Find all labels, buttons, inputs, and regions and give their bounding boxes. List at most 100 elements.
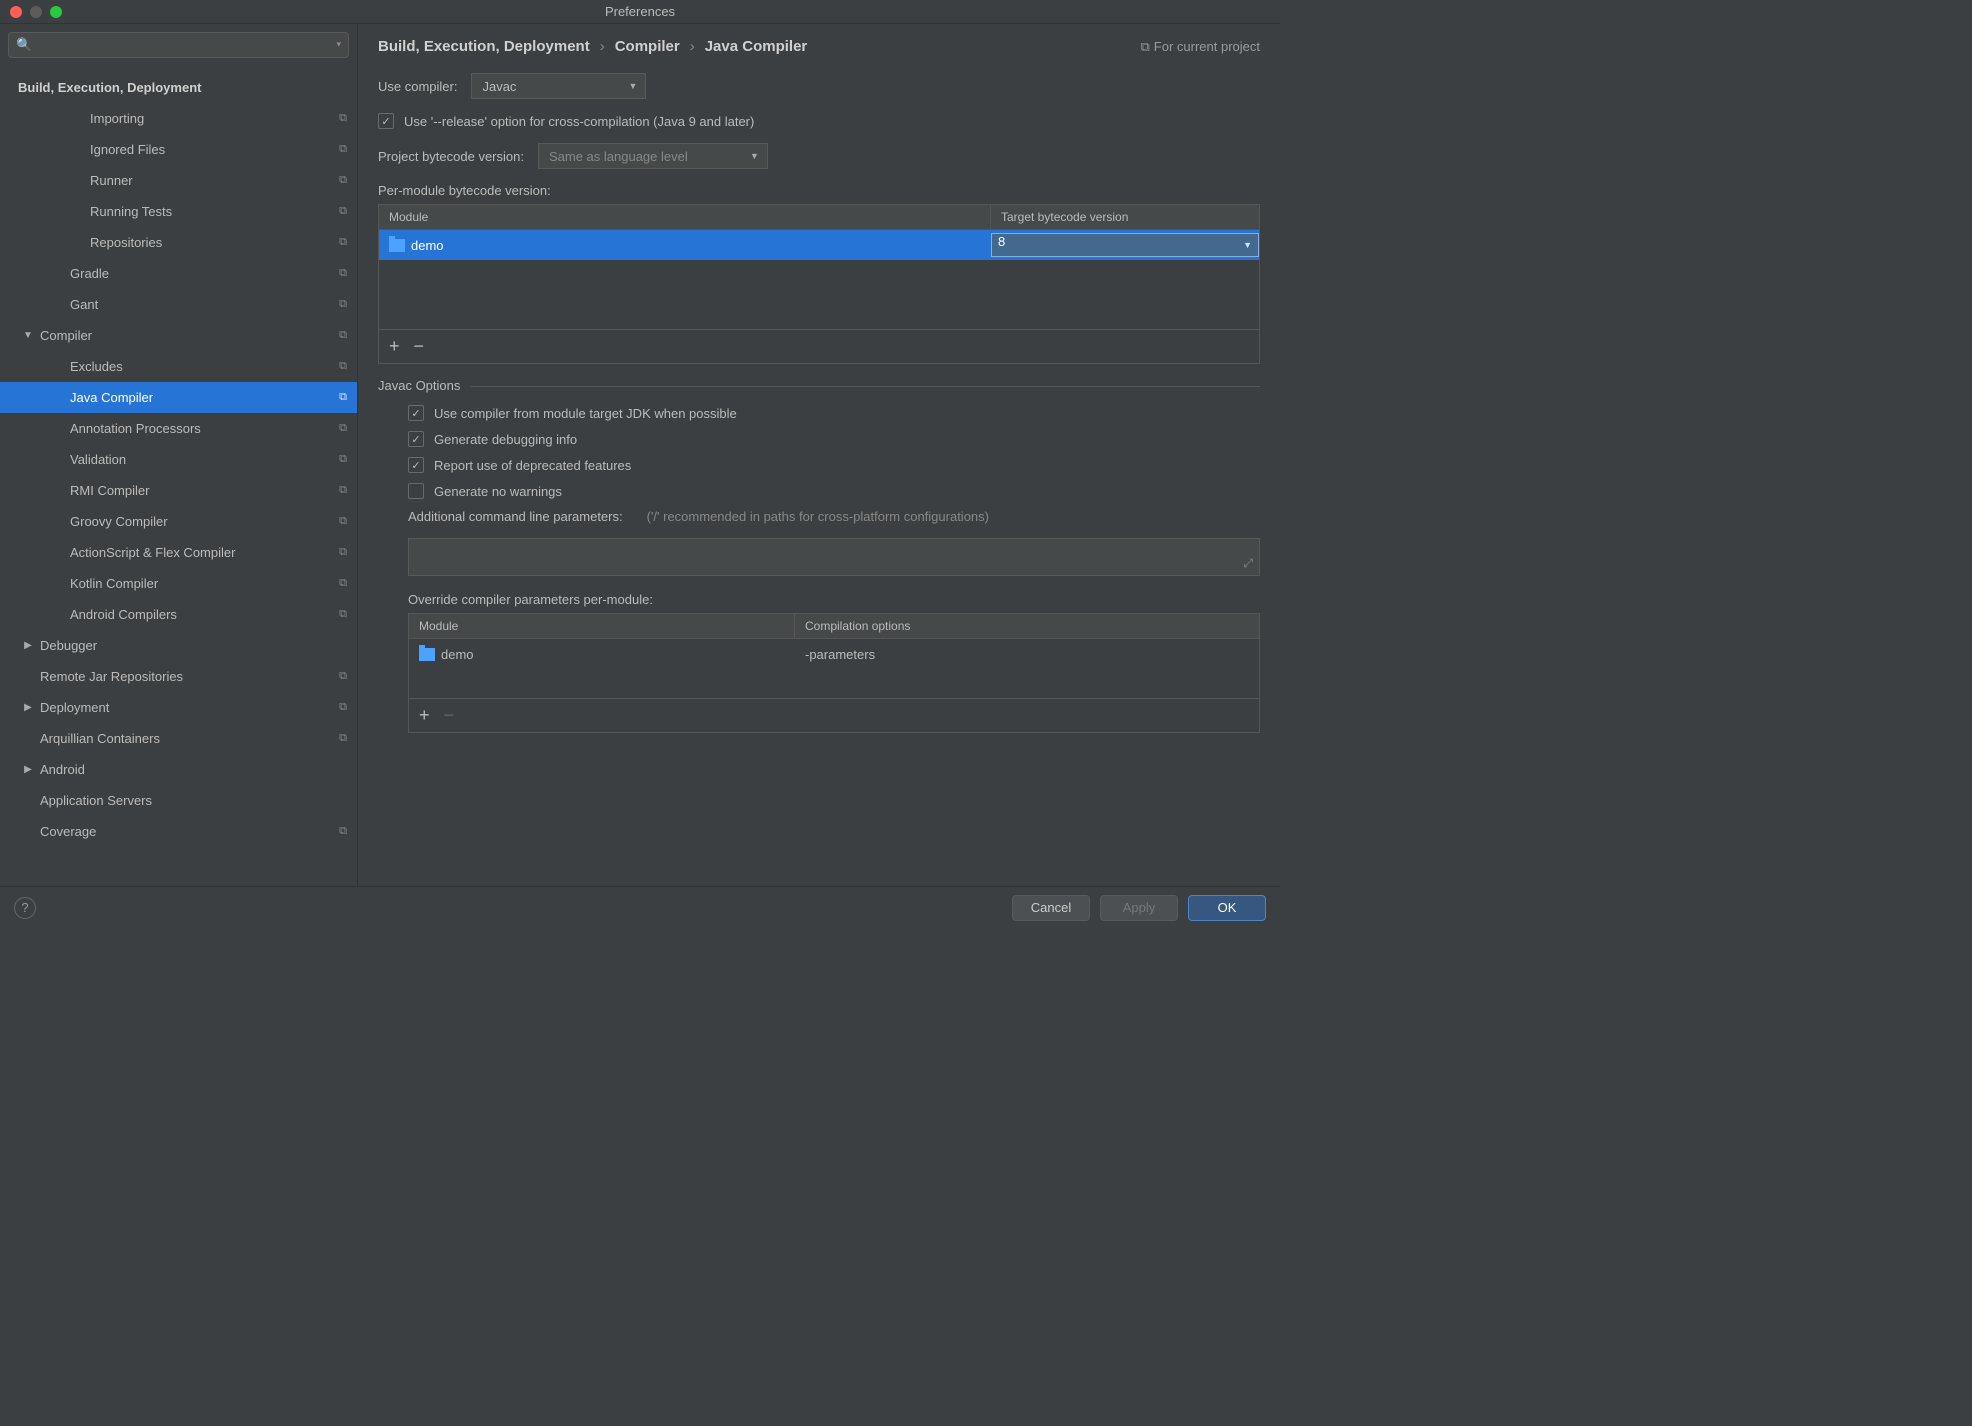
sidebar-item-annotation-processors[interactable]: Annotation Processors ⧉ [0, 413, 357, 444]
sidebar-item-label: Running Tests [90, 204, 333, 219]
sidebar-item-runner[interactable]: Runner ⧉ [0, 165, 357, 196]
sidebar-item-label: ActionScript & Flex Compiler [70, 545, 333, 560]
project-scope-icon: ⧉ [339, 112, 347, 125]
breadcrumb-item[interactable]: Compiler [615, 38, 680, 55]
additional-params-input[interactable]: ⤢ [408, 538, 1260, 576]
sidebar-item-arquillian-containers[interactable]: Arquillian Containers⧉ [0, 723, 357, 754]
add-button[interactable]: + [419, 705, 430, 726]
chevron-down-icon: ▼ [1243, 240, 1252, 250]
table-row[interactable]: demo -parameters [409, 639, 1259, 669]
javac-options-legend: Javac Options [378, 378, 470, 393]
release-option-checkbox[interactable] [378, 113, 394, 129]
window-title: Preferences [0, 4, 1280, 19]
project-scope-icon: ⧉ [339, 422, 347, 435]
sidebar-item-android[interactable]: ▶ Android [0, 754, 357, 785]
sidebar-item-label: Coverage [40, 824, 333, 839]
table-toolbar: + − [409, 698, 1259, 732]
sidebar-item-label: Android [40, 762, 347, 777]
sidebar-item-label: Android Compilers [70, 607, 333, 622]
module-name: demo [411, 238, 444, 253]
javac-option-label: Report use of deprecated features [434, 458, 631, 473]
sidebar-item-label: Runner [90, 173, 333, 188]
chevron-right-icon: ▶ [22, 764, 34, 775]
project-scope-icon: ⧉ [339, 298, 347, 311]
use-compiler-label: Use compiler: [378, 79, 457, 94]
search-input[interactable] [8, 32, 349, 58]
column-module: Module [409, 614, 795, 638]
project-scope-icon: ⧉ [339, 484, 347, 497]
sidebar-item-compiler[interactable]: ▼Compiler⧉ [0, 320, 357, 351]
sidebar-item-label: Gant [70, 297, 333, 312]
project-scope-icon: ⧉ [339, 329, 347, 342]
sidebar-item-label: Validation [70, 452, 333, 467]
titlebar: Preferences [0, 0, 1280, 24]
javac-options-fieldset: Javac Options Use compiler from module t… [378, 386, 1260, 733]
javac-option-label: Generate debugging info [434, 432, 577, 447]
sidebar-item-android-compilers[interactable]: Android Compilers⧉ [0, 599, 357, 630]
javac-option-checkbox[interactable] [408, 405, 424, 421]
additional-params-hint: ('/' recommended in paths for cross-plat… [647, 509, 989, 524]
javac-option-label: Use compiler from module target JDK when… [434, 406, 737, 421]
sidebar-item-ignored-files[interactable]: Ignored Files⧉ [0, 134, 357, 165]
sidebar-item-repositories[interactable]: Repositories ⧉ [0, 227, 357, 258]
sidebar-item-groovy-compiler[interactable]: Groovy Compiler⧉ [0, 506, 357, 537]
breadcrumb-item[interactable]: Build, Execution, Deployment [378, 38, 590, 55]
sidebar-item-remote-jar-repositories[interactable]: Remote Jar Repositories⧉ [0, 661, 357, 692]
sidebar-item-coverage[interactable]: Coverage ⧉ [0, 816, 357, 847]
project-scope-icon: ⧉ [339, 825, 347, 838]
sidebar-item-label: Repositories [90, 235, 333, 250]
search-dropdown-icon[interactable]: ▾ [336, 39, 341, 50]
chevron-down-icon: ▼ [750, 151, 759, 161]
javac-option-checkbox[interactable] [408, 483, 424, 499]
project-scope-icon: ⧉ [339, 360, 347, 373]
sidebar-item-validation[interactable]: Validation ⧉ [0, 444, 357, 475]
column-compilation-options: Compilation options [795, 614, 1259, 638]
remove-button[interactable]: − [414, 336, 425, 357]
cancel-button[interactable]: Cancel [1012, 895, 1090, 921]
help-button[interactable]: ? [14, 897, 36, 919]
sidebar-item-deployment[interactable]: ▶Deployment⧉ [0, 692, 357, 723]
sidebar-item-label: Deployment [40, 700, 333, 715]
sidebar-item-build-execution-deployment[interactable]: Build, Execution, Deployment [0, 72, 357, 103]
sidebar-item-application-servers[interactable]: Application Servers [0, 785, 357, 816]
sidebar-item-gradle[interactable]: Gradle⧉ [0, 258, 357, 289]
per-module-table: Module Target bytecode version demo 8 ▼ [378, 204, 1260, 364]
apply-button[interactable]: Apply [1100, 895, 1178, 921]
project-scope-icon: ⧉ [339, 453, 347, 466]
sidebar: 🔍 ▾ Build, Execution, DeploymentImportin… [0, 24, 358, 886]
project-scope-icon: ⧉ [339, 267, 347, 280]
breadcrumb-item: Java Compiler [705, 38, 808, 55]
search-icon: 🔍 [16, 37, 32, 53]
sidebar-item-debugger[interactable]: ▶Debugger [0, 630, 357, 661]
project-scope-icon: ⧉ [339, 236, 347, 249]
javac-option-checkbox[interactable] [408, 431, 424, 447]
compilation-options-cell[interactable]: -parameters [795, 647, 1259, 662]
sidebar-item-actionscript-flex-compiler[interactable]: ActionScript & Flex Compiler⧉ [0, 537, 357, 568]
sidebar-item-excludes[interactable]: Excludes⧉ [0, 351, 357, 382]
sidebar-item-label: Ignored Files [90, 142, 333, 157]
add-button[interactable]: + [389, 336, 400, 357]
sidebar-item-running-tests[interactable]: Running Tests⧉ [0, 196, 357, 227]
target-bytecode-input[interactable]: 8 ▼ [991, 233, 1259, 257]
sidebar-item-label: Annotation Processors [70, 421, 333, 436]
sidebar-item-java-compiler[interactable]: Java Compiler⧉ [0, 382, 357, 413]
column-target-bytecode: Target bytecode version [991, 205, 1259, 229]
override-params-label: Override compiler parameters per-module: [408, 592, 1260, 607]
use-compiler-select[interactable]: Javac ▼ [471, 73, 646, 99]
chevron-right-icon: ▶ [22, 640, 34, 651]
table-row[interactable]: demo 8 ▼ [379, 230, 1259, 260]
additional-params-label: Additional command line parameters: [408, 509, 623, 524]
project-scope-icon: ⧉ [339, 174, 347, 187]
sidebar-item-importing[interactable]: Importing⧉ [0, 103, 357, 134]
sidebar-item-label: Arquillian Containers [40, 731, 333, 746]
ok-button[interactable]: OK [1188, 895, 1266, 921]
sidebar-item-kotlin-compiler[interactable]: Kotlin Compiler⧉ [0, 568, 357, 599]
table-toolbar: + − [379, 329, 1259, 363]
expand-icon[interactable]: ⤢ [1243, 556, 1253, 571]
sidebar-item-rmi-compiler[interactable]: RMI Compiler ⧉ [0, 475, 357, 506]
sidebar-item-label: RMI Compiler [70, 483, 333, 498]
javac-option-checkbox[interactable] [408, 457, 424, 473]
module-icon [389, 239, 405, 252]
project-bytecode-select[interactable]: Same as language level ▼ [538, 143, 768, 169]
sidebar-item-gant[interactable]: Gant ⧉ [0, 289, 357, 320]
